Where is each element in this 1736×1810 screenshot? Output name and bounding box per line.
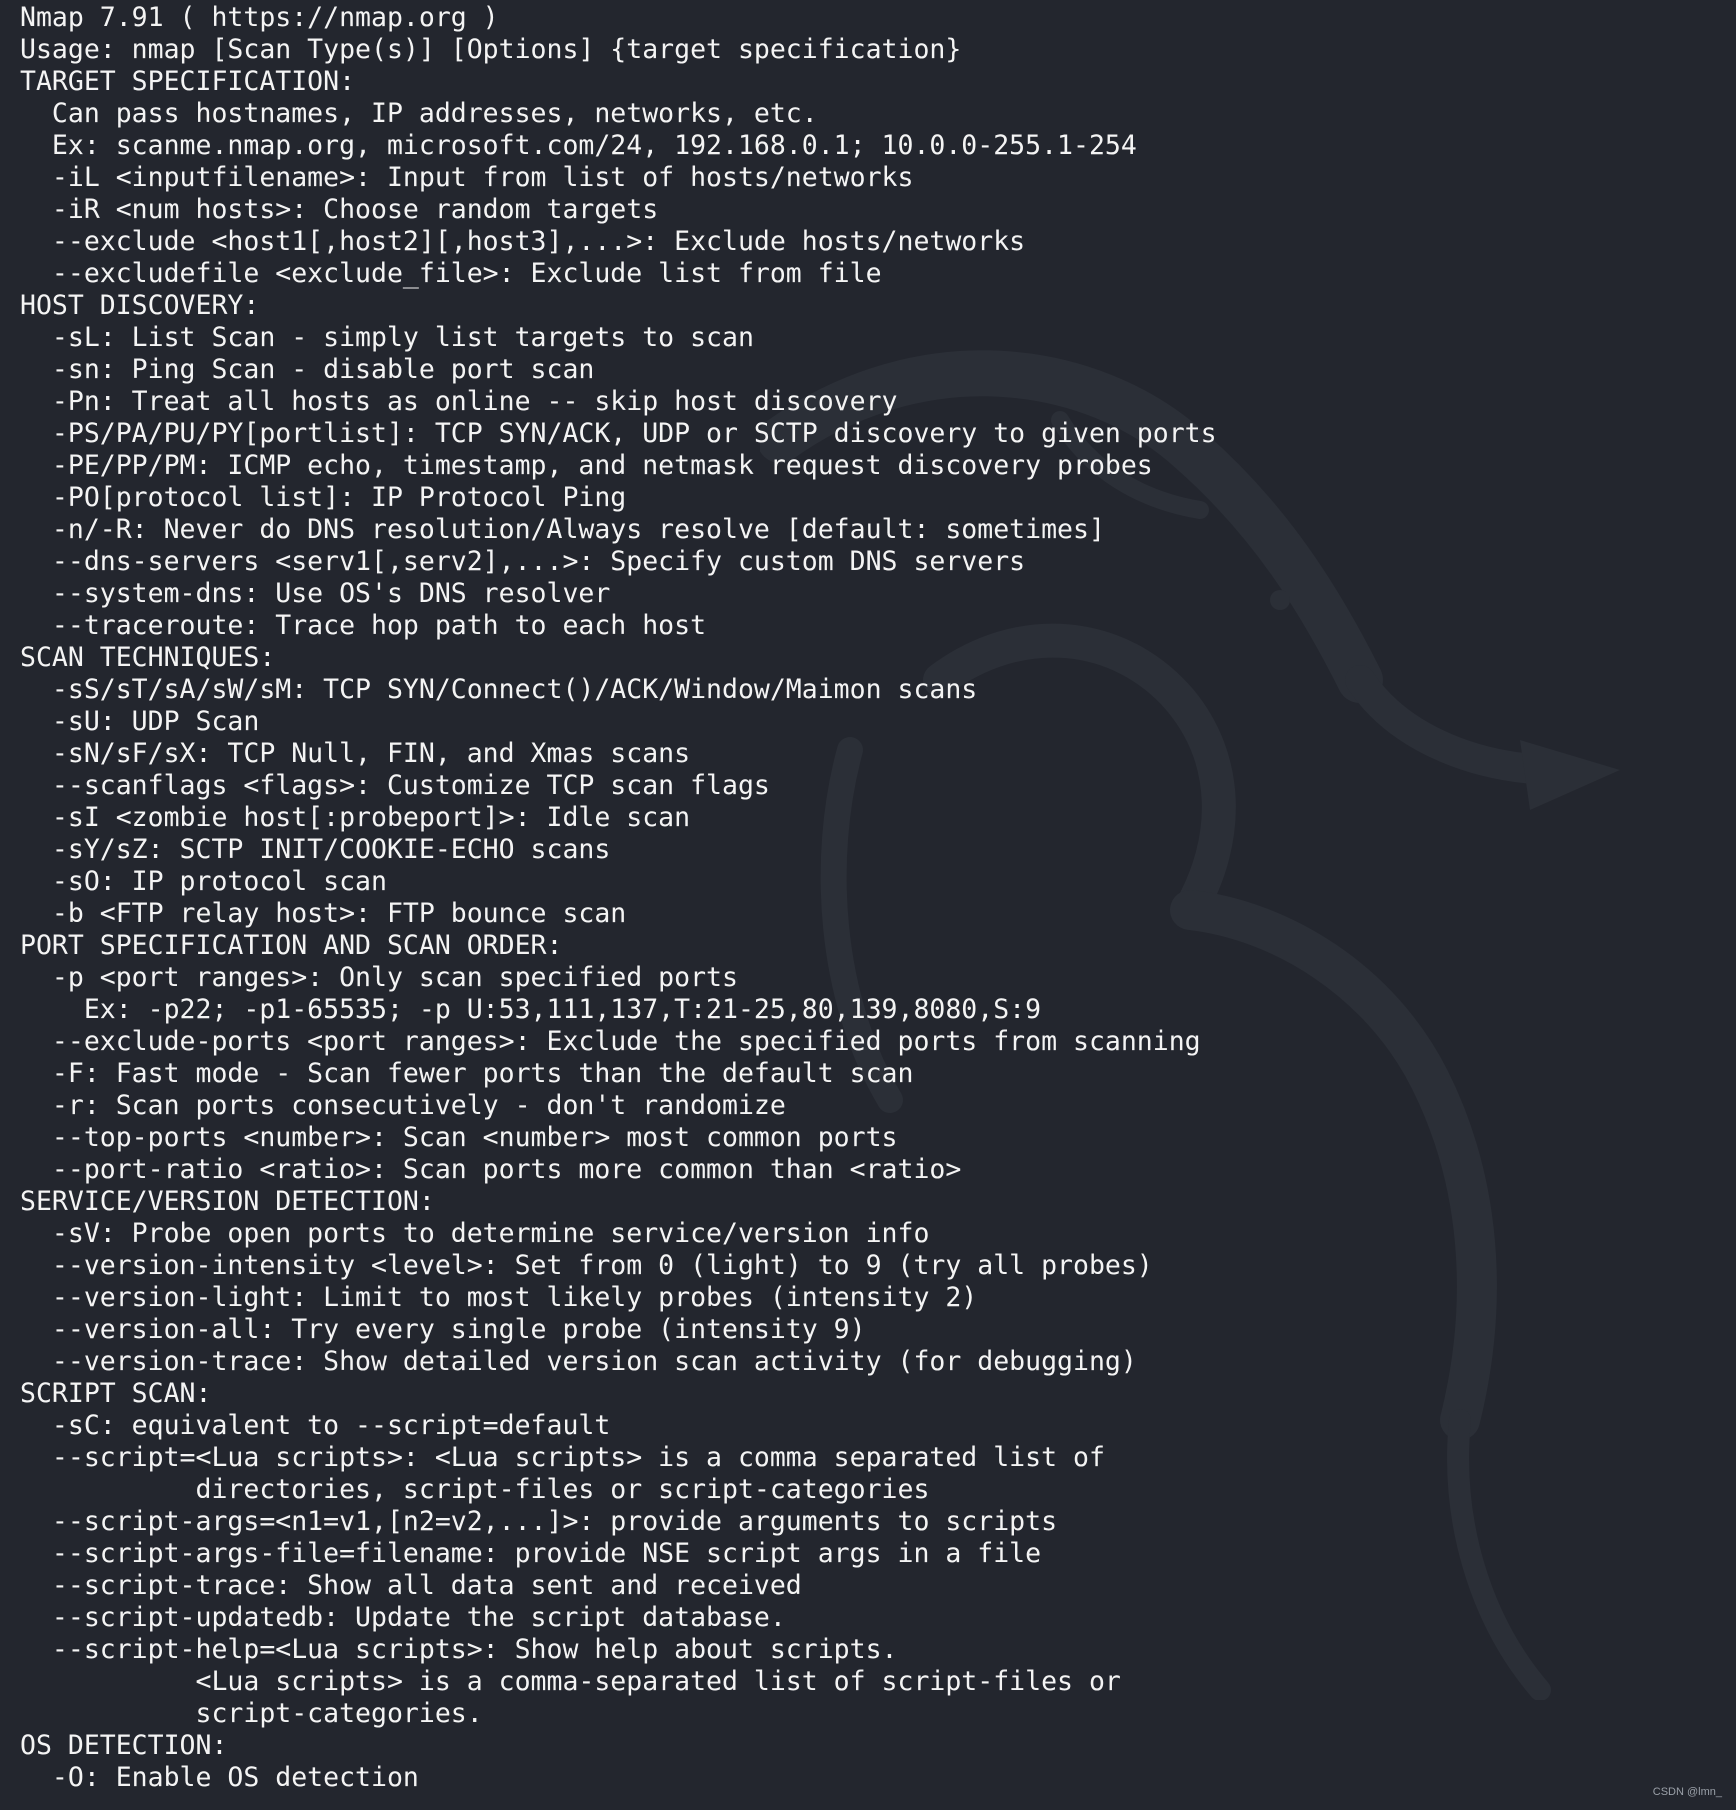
terminal-line: directories, script-files or script-cate… (20, 1474, 930, 1505)
terminal-line: -sO: IP protocol scan (20, 866, 387, 897)
terminal-line: -iL <inputfilename>: Input from list of … (20, 162, 914, 193)
terminal-line: --version-intensity <level>: Set from 0 … (20, 1250, 1153, 1281)
terminal-line: -PS/PA/PU/PY[portlist]: TCP SYN/ACK, UDP… (20, 418, 1217, 449)
terminal-line: -PE/PP/PM: ICMP echo, timestamp, and net… (20, 450, 1153, 481)
terminal-line: -sI <zombie host[:probeport]>: Idle scan (20, 802, 691, 833)
terminal-line: -F: Fast mode - Scan fewer ports than th… (20, 1058, 914, 1089)
terminal-line: -sU: UDP Scan (20, 706, 260, 737)
terminal-line: --version-trace: Show detailed version s… (20, 1346, 1137, 1377)
terminal-line: Can pass hostnames, IP addresses, networ… (20, 98, 818, 129)
terminal-line: --script-args-file=filename: provide NSE… (20, 1538, 1042, 1569)
terminal-line: --exclude <host1[,host2][,host3],...>: E… (20, 226, 1026, 257)
terminal-line: -iR <num hosts>: Choose random targets (20, 194, 659, 225)
terminal-window[interactable]: Nmap 7.91 ( https://nmap.org ) Usage: nma… (0, 0, 1736, 1810)
terminal-line: --scanflags <flags>: Customize TCP scan … (20, 770, 770, 801)
section-heading: SERVICE/VERSION DETECTION: (20, 1186, 435, 1217)
terminal-line: --exclude-ports <port ranges>: Exclude t… (20, 1026, 1201, 1057)
terminal-line: --version-light: Limit to most likely pr… (20, 1282, 978, 1313)
terminal-line: -sY/sZ: SCTP INIT/COOKIE-ECHO scans (20, 834, 611, 865)
terminal-line: -PO[protocol list]: IP Protocol Ping (20, 482, 627, 513)
terminal-line: Ex: scanme.nmap.org, microsoft.com/24, 1… (20, 130, 1137, 161)
terminal-line: --dns-servers <serv1[,serv2],...>: Speci… (20, 546, 1026, 577)
terminal-line: --system-dns: Use OS's DNS resolver (20, 578, 611, 609)
terminal-line: --script-trace: Show all data sent and r… (20, 1570, 802, 1601)
terminal-line: --traceroute: Trace hop path to each hos… (20, 610, 707, 641)
terminal-line: -sS/sT/sA/sW/sM: TCP SYN/Connect()/ACK/W… (20, 674, 978, 705)
terminal-line: -sV: Probe open ports to determine servi… (20, 1218, 930, 1249)
terminal-line: <Lua scripts> is a comma-separated list … (20, 1666, 1121, 1697)
terminal-line: --script-updatedb: Update the script dat… (20, 1602, 786, 1633)
terminal-line: -sN/sF/sX: TCP Null, FIN, and Xmas scans (20, 738, 691, 769)
terminal-line: --script-args=<n1=v1,[n2=v2,...]>: provi… (20, 1506, 1058, 1537)
terminal-line: --script-help=<Lua scripts>: Show help a… (20, 1634, 898, 1665)
terminal-line: -Pn: Treat all hosts as online -- skip h… (20, 386, 898, 417)
section-heading: PORT SPECIFICATION AND SCAN ORDER: (20, 930, 563, 961)
section-heading: OS DETECTION: (20, 1730, 228, 1761)
terminal-line: --script=<Lua scripts>: <Lua scripts> is… (20, 1442, 1105, 1473)
terminal-line: -b <FTP relay host>: FTP bounce scan (20, 898, 627, 929)
terminal-line: -r: Scan ports consecutively - don't ran… (20, 1090, 786, 1121)
terminal-line: -sn: Ping Scan - disable port scan (20, 354, 595, 385)
terminal-line: --excludefile <exclude_file>: Exclude li… (20, 258, 882, 289)
terminal-line: --version-all: Try every single probe (i… (20, 1314, 866, 1345)
terminal-line: Ex: -p22; -p1-65535; -p U:53,111,137,T:2… (20, 994, 1042, 1025)
terminal-line: -p <port ranges>: Only scan specified po… (20, 962, 738, 993)
terminal-line: -sL: List Scan - simply list targets to … (20, 322, 754, 353)
section-heading: SCRIPT SCAN: (20, 1378, 212, 1409)
terminal-line: Nmap 7.91 ( https://nmap.org ) (20, 2, 499, 33)
terminal-line: script-categories. (20, 1698, 483, 1729)
terminal-output[interactable]: Nmap 7.91 ( https://nmap.org ) Usage: nma… (20, 2, 1217, 1794)
section-heading: SCAN TECHNIQUES: (20, 642, 276, 673)
terminal-line: --port-ratio <ratio>: Scan ports more co… (20, 1154, 962, 1185)
terminal-line: Usage: nmap [Scan Type(s)] [Options] {ta… (20, 34, 962, 65)
section-heading: TARGET SPECIFICATION: (20, 66, 356, 97)
terminal-line: -n/-R: Never do DNS resolution/Always re… (20, 514, 1105, 545)
section-heading: HOST DISCOVERY: (20, 290, 260, 321)
terminal-line: -sC: equivalent to --script=default (20, 1410, 611, 1441)
terminal-line: -O: Enable OS detection (20, 1762, 419, 1793)
watermark-credit: CSDN @lmn_ (1652, 1786, 1722, 1798)
terminal-line: --top-ports <number>: Scan <number> most… (20, 1122, 898, 1153)
